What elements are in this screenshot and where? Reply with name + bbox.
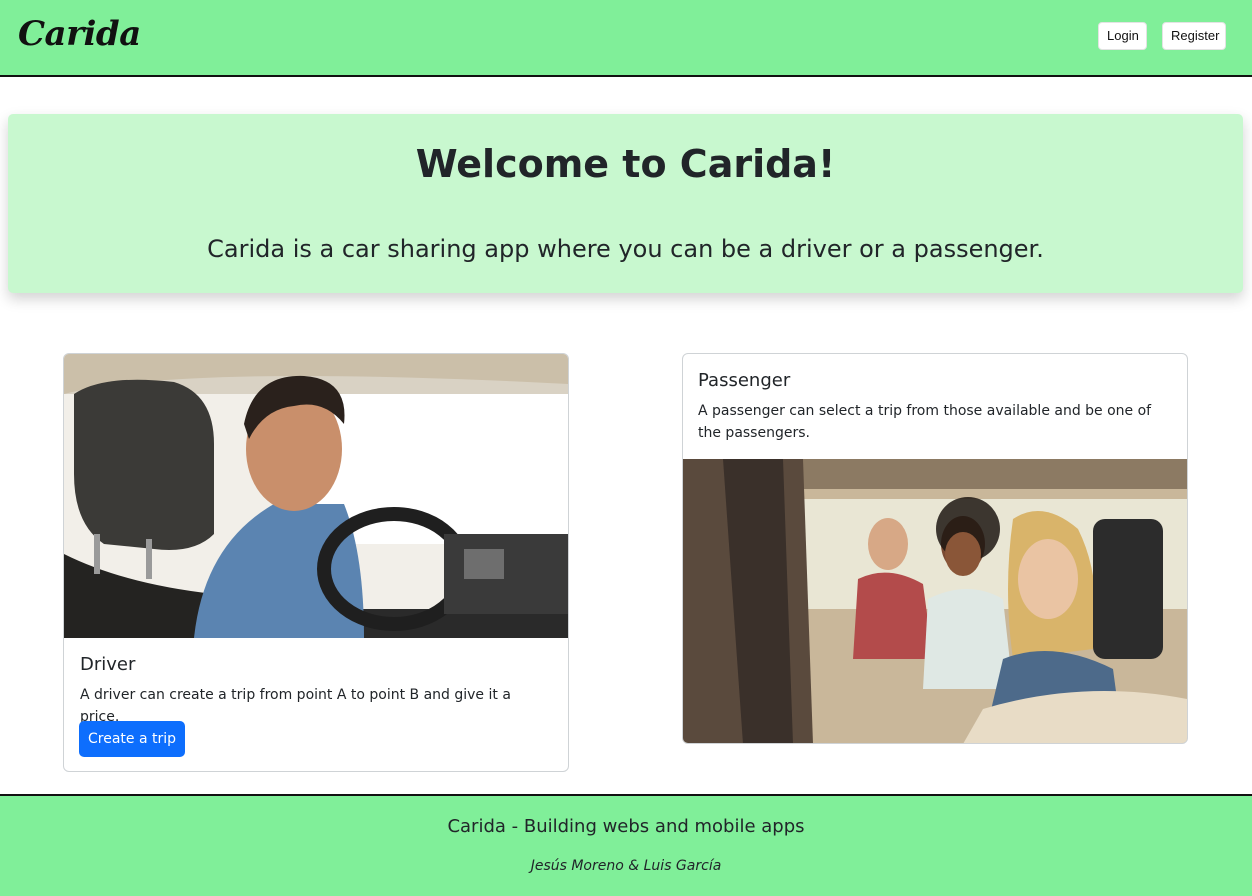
- driver-image: [64, 354, 568, 638]
- passenger-card-text: A passenger can select a trip from those…: [698, 403, 1152, 441]
- top-navbar: Carida Login Register: [0, 0, 1252, 77]
- passenger-image: [683, 459, 1187, 743]
- register-button[interactable]: Register: [1162, 22, 1226, 50]
- driver-card-title: Driver: [80, 654, 136, 675]
- welcome-title: Welcome to Carida!: [415, 142, 836, 186]
- welcome-subtitle: Carida is a car sharing app where you ca…: [207, 235, 1044, 263]
- footer-tagline: Carida - Building webs and mobile apps: [447, 816, 805, 837]
- footer-authors: Jesús Moreno & Luis García: [530, 858, 722, 874]
- create-trip-button[interactable]: Create a trip: [79, 721, 185, 757]
- footer: Carida - Building webs and mobile apps J…: [0, 794, 1252, 896]
- driver-card: Driver A driver can create a trip from p…: [63, 353, 569, 772]
- passenger-card-title: Passenger: [698, 370, 791, 391]
- welcome-banner: Welcome to Carida! Carida is a car shari…: [8, 114, 1243, 293]
- brand-logo[interactable]: Carida: [18, 14, 141, 54]
- login-button[interactable]: Login: [1098, 22, 1147, 50]
- passenger-card: Passenger A passenger can select a trip …: [682, 353, 1188, 744]
